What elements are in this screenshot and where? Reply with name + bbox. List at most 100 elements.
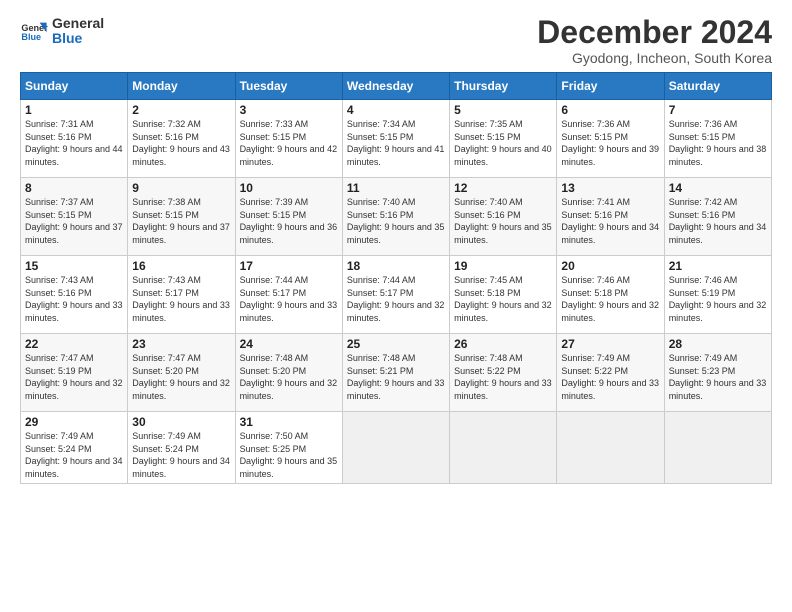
sunrise-label: Sunrise: 7:44 AM: [240, 275, 309, 285]
table-row: 20 Sunrise: 7:46 AM Sunset: 5:18 PM Dayl…: [557, 256, 664, 334]
sunrise-label: Sunrise: 7:32 AM: [132, 119, 201, 129]
sunset-label: Sunset: 5:15 PM: [132, 210, 199, 220]
sunset-label: Sunset: 5:17 PM: [132, 288, 199, 298]
calendar-row: 15 Sunrise: 7:43 AM Sunset: 5:16 PM Dayl…: [21, 256, 772, 334]
table-row: 3 Sunrise: 7:33 AM Sunset: 5:15 PM Dayli…: [235, 100, 342, 178]
calendar-row: 29 Sunrise: 7:49 AM Sunset: 5:24 PM Dayl…: [21, 412, 772, 484]
sunrise-label: Sunrise: 7:49 AM: [669, 353, 738, 363]
sunrise-label: Sunrise: 7:44 AM: [347, 275, 416, 285]
table-row: 15 Sunrise: 7:43 AM Sunset: 5:16 PM Dayl…: [21, 256, 128, 334]
sunrise-label: Sunrise: 7:48 AM: [454, 353, 523, 363]
day-info: Sunrise: 7:50 AM Sunset: 5:25 PM Dayligh…: [240, 430, 338, 480]
table-row: [557, 412, 664, 484]
table-row: 30 Sunrise: 7:49 AM Sunset: 5:24 PM Dayl…: [128, 412, 235, 484]
day-info: Sunrise: 7:45 AM Sunset: 5:18 PM Dayligh…: [454, 274, 552, 324]
sunset-label: Sunset: 5:20 PM: [240, 366, 307, 376]
sunrise-label: Sunrise: 7:36 AM: [561, 119, 630, 129]
sunset-label: Sunset: 5:15 PM: [669, 132, 736, 142]
sunrise-label: Sunrise: 7:37 AM: [25, 197, 94, 207]
col-saturday: Saturday: [664, 73, 771, 100]
sunset-label: Sunset: 5:19 PM: [25, 366, 92, 376]
day-number: 10: [240, 181, 338, 195]
table-row: 27 Sunrise: 7:49 AM Sunset: 5:22 PM Dayl…: [557, 334, 664, 412]
location: Gyodong, Incheon, South Korea: [537, 50, 772, 66]
sunset-label: Sunset: 5:25 PM: [240, 444, 307, 454]
sunset-label: Sunset: 5:16 PM: [669, 210, 736, 220]
day-number: 11: [347, 181, 445, 195]
sunrise-label: Sunrise: 7:35 AM: [454, 119, 523, 129]
table-row: 25 Sunrise: 7:48 AM Sunset: 5:21 PM Dayl…: [342, 334, 449, 412]
day-info: Sunrise: 7:47 AM Sunset: 5:19 PM Dayligh…: [25, 352, 123, 402]
day-info: Sunrise: 7:40 AM Sunset: 5:16 PM Dayligh…: [454, 196, 552, 246]
table-row: 9 Sunrise: 7:38 AM Sunset: 5:15 PM Dayli…: [128, 178, 235, 256]
table-row: 8 Sunrise: 7:37 AM Sunset: 5:15 PM Dayli…: [21, 178, 128, 256]
day-info: Sunrise: 7:43 AM Sunset: 5:17 PM Dayligh…: [132, 274, 230, 324]
daylight-label: Daylight: 9 hours and 35 minutes.: [454, 222, 552, 245]
daylight-label: Daylight: 9 hours and 39 minutes.: [561, 144, 659, 167]
sunset-label: Sunset: 5:22 PM: [561, 366, 628, 376]
sunrise-label: Sunrise: 7:39 AM: [240, 197, 309, 207]
day-info: Sunrise: 7:44 AM Sunset: 5:17 PM Dayligh…: [240, 274, 338, 324]
day-number: 1: [25, 103, 123, 117]
logo-general-text: General: [52, 16, 104, 31]
table-row: 21 Sunrise: 7:46 AM Sunset: 5:19 PM Dayl…: [664, 256, 771, 334]
sunset-label: Sunset: 5:20 PM: [132, 366, 199, 376]
sunrise-label: Sunrise: 7:49 AM: [561, 353, 630, 363]
sunrise-label: Sunrise: 7:40 AM: [454, 197, 523, 207]
sunrise-label: Sunrise: 7:43 AM: [25, 275, 94, 285]
calendar-header-row: Sunday Monday Tuesday Wednesday Thursday…: [21, 73, 772, 100]
day-info: Sunrise: 7:49 AM Sunset: 5:24 PM Dayligh…: [25, 430, 123, 480]
day-info: Sunrise: 7:35 AM Sunset: 5:15 PM Dayligh…: [454, 118, 552, 168]
table-row: 31 Sunrise: 7:50 AM Sunset: 5:25 PM Dayl…: [235, 412, 342, 484]
table-row: 6 Sunrise: 7:36 AM Sunset: 5:15 PM Dayli…: [557, 100, 664, 178]
page: General Blue General Blue December 2024 …: [0, 0, 792, 612]
daylight-label: Daylight: 9 hours and 44 minutes.: [25, 144, 123, 167]
table-row: [342, 412, 449, 484]
day-number: 6: [561, 103, 659, 117]
sunrise-label: Sunrise: 7:36 AM: [669, 119, 738, 129]
table-row: [664, 412, 771, 484]
col-wednesday: Wednesday: [342, 73, 449, 100]
day-info: Sunrise: 7:44 AM Sunset: 5:17 PM Dayligh…: [347, 274, 445, 324]
sunrise-label: Sunrise: 7:48 AM: [347, 353, 416, 363]
sunrise-label: Sunrise: 7:33 AM: [240, 119, 309, 129]
day-info: Sunrise: 7:34 AM Sunset: 5:15 PM Dayligh…: [347, 118, 445, 168]
daylight-label: Daylight: 9 hours and 34 minutes.: [132, 456, 230, 479]
day-number: 22: [25, 337, 123, 351]
daylight-label: Daylight: 9 hours and 33 minutes.: [669, 378, 767, 401]
daylight-label: Daylight: 9 hours and 34 minutes.: [561, 222, 659, 245]
header: General Blue General Blue December 2024 …: [20, 16, 772, 66]
day-number: 20: [561, 259, 659, 273]
sunrise-label: Sunrise: 7:45 AM: [454, 275, 523, 285]
day-info: Sunrise: 7:42 AM Sunset: 5:16 PM Dayligh…: [669, 196, 767, 246]
sunset-label: Sunset: 5:15 PM: [561, 132, 628, 142]
sunrise-label: Sunrise: 7:47 AM: [132, 353, 201, 363]
day-info: Sunrise: 7:49 AM Sunset: 5:23 PM Dayligh…: [669, 352, 767, 402]
day-number: 23: [132, 337, 230, 351]
sunrise-label: Sunrise: 7:47 AM: [25, 353, 94, 363]
day-info: Sunrise: 7:33 AM Sunset: 5:15 PM Dayligh…: [240, 118, 338, 168]
daylight-label: Daylight: 9 hours and 32 minutes.: [561, 300, 659, 323]
table-row: 28 Sunrise: 7:49 AM Sunset: 5:23 PM Dayl…: [664, 334, 771, 412]
col-friday: Friday: [557, 73, 664, 100]
day-number: 21: [669, 259, 767, 273]
day-number: 5: [454, 103, 552, 117]
sunrise-label: Sunrise: 7:43 AM: [132, 275, 201, 285]
day-info: Sunrise: 7:48 AM Sunset: 5:21 PM Dayligh…: [347, 352, 445, 402]
sunrise-label: Sunrise: 7:40 AM: [347, 197, 416, 207]
sunrise-label: Sunrise: 7:42 AM: [669, 197, 738, 207]
day-info: Sunrise: 7:46 AM Sunset: 5:19 PM Dayligh…: [669, 274, 767, 324]
day-number: 14: [669, 181, 767, 195]
table-row: [450, 412, 557, 484]
table-row: 12 Sunrise: 7:40 AM Sunset: 5:16 PM Dayl…: [450, 178, 557, 256]
day-info: Sunrise: 7:41 AM Sunset: 5:16 PM Dayligh…: [561, 196, 659, 246]
daylight-label: Daylight: 9 hours and 32 minutes.: [25, 378, 123, 401]
table-row: 14 Sunrise: 7:42 AM Sunset: 5:16 PM Dayl…: [664, 178, 771, 256]
daylight-label: Daylight: 9 hours and 33 minutes.: [454, 378, 552, 401]
table-row: 4 Sunrise: 7:34 AM Sunset: 5:15 PM Dayli…: [342, 100, 449, 178]
sunset-label: Sunset: 5:23 PM: [669, 366, 736, 376]
day-number: 27: [561, 337, 659, 351]
sunset-label: Sunset: 5:15 PM: [25, 210, 92, 220]
sunrise-label: Sunrise: 7:49 AM: [132, 431, 201, 441]
title-area: December 2024 Gyodong, Incheon, South Ko…: [537, 16, 772, 66]
